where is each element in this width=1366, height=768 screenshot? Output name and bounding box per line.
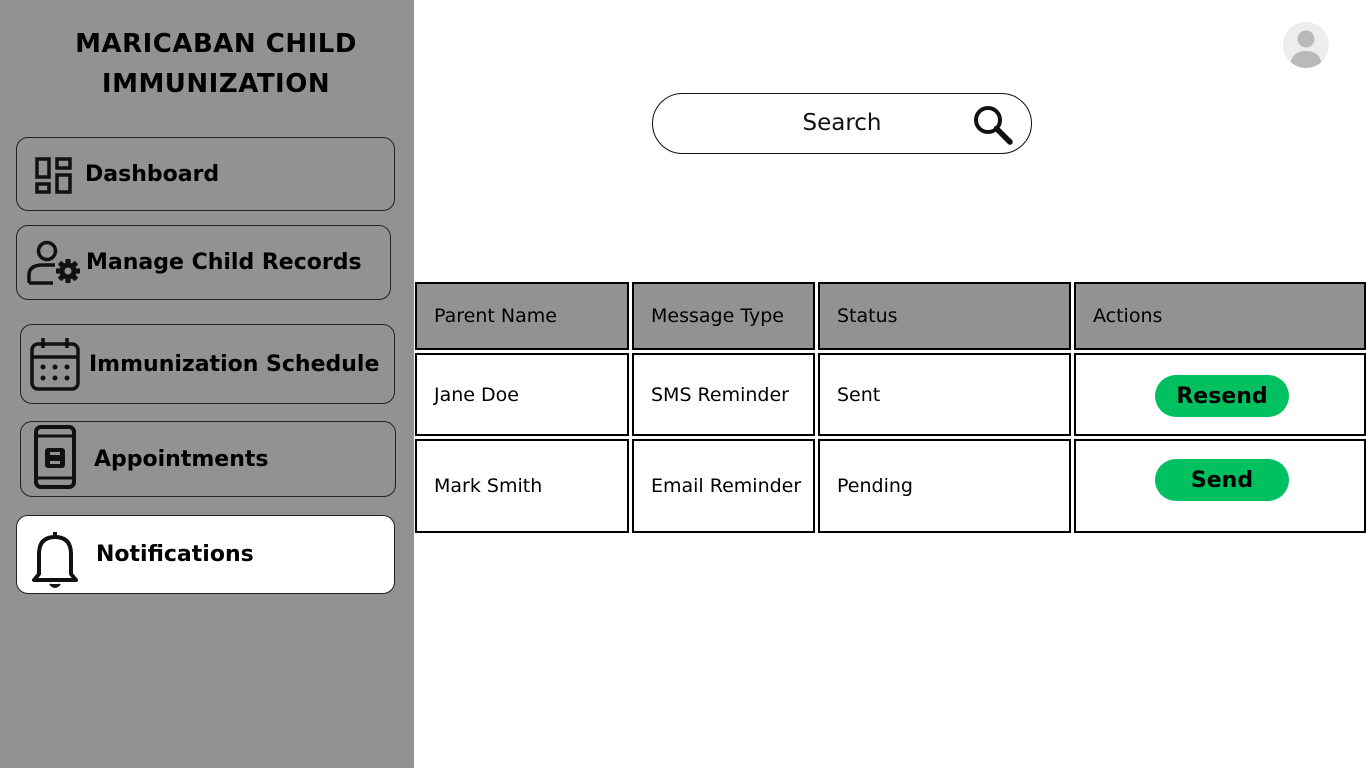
cell-status: Pending	[818, 439, 1071, 533]
sidebar: MARICABAN CHILD IMMUNIZATION Dashboard M…	[0, 0, 414, 768]
resend-button[interactable]: Resend	[1155, 375, 1289, 417]
sidebar-item-label: Dashboard	[85, 161, 220, 187]
sidebar-item-manage-child-records[interactable]: Manage Child Records	[16, 225, 391, 300]
user-avatar-icon	[1290, 30, 1322, 68]
sidebar-item-label: Notifications	[96, 542, 254, 567]
app-title-line1: MARICABAN CHILD	[75, 29, 357, 59]
column-header-status: Status	[818, 282, 1071, 350]
cell-parent-name: Mark Smith	[415, 439, 629, 533]
app-title-line2: IMMUNIZATION	[101, 69, 331, 99]
column-header-actions: Actions	[1074, 282, 1366, 350]
user-avatar[interactable]	[1283, 22, 1329, 68]
sidebar-item-dashboard[interactable]: Dashboard	[16, 137, 395, 211]
phone-icon	[34, 425, 76, 489]
calendar-icon	[30, 338, 80, 391]
dashboard-icon	[35, 157, 72, 194]
cell-message-type: SMS Reminder	[632, 353, 815, 436]
bell-icon	[32, 532, 78, 588]
sidebar-item-label: Immunization Schedule	[89, 351, 380, 377]
sidebar-item-immunization-schedule[interactable]: Immunization Schedule	[20, 324, 395, 404]
column-header-parent-name: Parent Name	[415, 282, 629, 350]
cell-status: Sent	[818, 353, 1071, 436]
column-header-message-type: Message Type	[632, 282, 815, 350]
sidebar-item-appointments[interactable]: Appointments	[20, 421, 396, 497]
cell-message-type: Email Reminder	[632, 439, 815, 533]
app-title: MARICABAN CHILD IMMUNIZATION	[20, 24, 412, 104]
sidebar-item-label: Appointments	[94, 446, 269, 472]
sidebar-item-label: Manage Child Records	[86, 250, 362, 275]
user-gear-icon	[27, 240, 80, 285]
send-button[interactable]: Send	[1155, 459, 1289, 501]
search-bar	[652, 93, 1033, 154]
sidebar-item-notifications[interactable]: Notifications	[16, 515, 395, 594]
search-icon[interactable]	[973, 105, 1013, 145]
cell-parent-name: Jane Doe	[415, 353, 629, 436]
